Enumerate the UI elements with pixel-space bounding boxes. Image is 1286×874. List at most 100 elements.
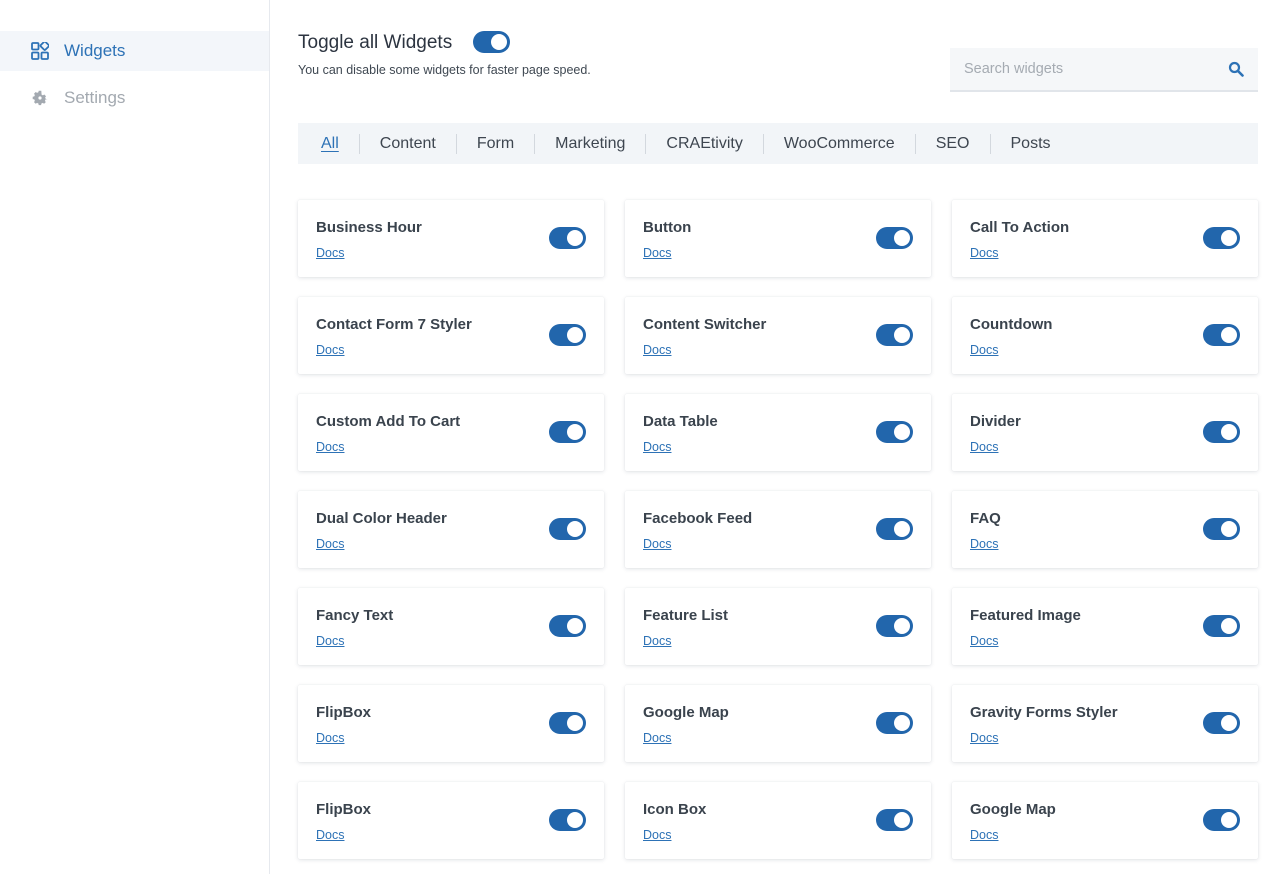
widget-card: Google Map Docs: [625, 685, 931, 762]
widget-docs-link[interactable]: Docs: [643, 343, 671, 357]
widget-toggle-switch[interactable]: [1203, 615, 1240, 637]
widget-docs-link[interactable]: Docs: [643, 828, 671, 842]
widget-name: FAQ: [970, 510, 1001, 527]
toggle-knob: [1221, 521, 1237, 537]
widget-docs-link[interactable]: Docs: [316, 634, 344, 648]
widget-toggle-switch[interactable]: [1203, 712, 1240, 734]
widget-name: Gravity Forms Styler: [970, 704, 1118, 721]
widget-docs-link[interactable]: Docs: [643, 537, 671, 551]
widget-toggle-switch[interactable]: [549, 518, 586, 540]
widget-docs-link[interactable]: Docs: [970, 343, 998, 357]
toggle-knob: [894, 812, 910, 828]
widgets-grid: Business Hour Docs Button Docs Call To Actio…: [298, 200, 1259, 859]
toggle-knob: [567, 424, 583, 440]
widget-docs-link[interactable]: Docs: [643, 440, 671, 454]
widget-docs-link[interactable]: Docs: [316, 731, 344, 745]
tab-craetivity[interactable]: CRAEtivity: [666, 135, 742, 153]
tab-separator: [914, 133, 916, 154]
widget-name: Content Switcher: [643, 316, 767, 333]
widget-card: Button Docs: [625, 200, 931, 277]
widget-name: Contact Form 7 Styler: [316, 316, 472, 333]
widget-toggle-switch[interactable]: [876, 518, 913, 540]
widget-card: FlipBox Docs: [298, 685, 604, 762]
widget-toggle-switch[interactable]: [876, 421, 913, 443]
tab-form[interactable]: Form: [477, 135, 514, 153]
widget-toggle-switch[interactable]: [1203, 518, 1240, 540]
sidebar-item-settings[interactable]: Settings: [0, 78, 269, 118]
widget-docs-link[interactable]: Docs: [316, 246, 344, 260]
sidebar-item-widgets[interactable]: Widgets: [0, 31, 269, 71]
widget-card: FlipBox Docs: [298, 782, 604, 859]
widget-name: Data Table: [643, 413, 718, 430]
tab-content[interactable]: Content: [380, 135, 436, 153]
widget-card: FAQ Docs: [952, 491, 1258, 568]
widget-docs-link[interactable]: Docs: [970, 246, 998, 260]
gear-icon: [31, 89, 49, 107]
widget-name: Google Map: [970, 801, 1056, 818]
widget-docs-link[interactable]: Docs: [316, 343, 344, 357]
widget-toggle-switch[interactable]: [1203, 421, 1240, 443]
toggle-knob: [1221, 230, 1237, 246]
tab-separator: [455, 133, 457, 154]
widget-toggle-switch[interactable]: [876, 712, 913, 734]
toggle-knob: [567, 812, 583, 828]
widget-toggle-switch[interactable]: [1203, 809, 1240, 831]
search-icon[interactable]: [1214, 48, 1258, 90]
toggle-knob: [894, 327, 910, 343]
widget-name: FlipBox: [316, 704, 371, 721]
widget-docs-link[interactable]: Docs: [316, 828, 344, 842]
tab-seo[interactable]: SEO: [936, 135, 970, 153]
widget-toggle-switch[interactable]: [549, 712, 586, 734]
sidebar: Widgets Settings: [0, 0, 270, 874]
toggle-knob: [567, 521, 583, 537]
toggle-knob: [567, 618, 583, 634]
widget-card: Feature List Docs: [625, 588, 931, 665]
toggle-switch[interactable]: [473, 31, 510, 53]
widget-docs-link[interactable]: Docs: [643, 246, 671, 260]
widget-docs-link[interactable]: Docs: [316, 537, 344, 551]
tab-separator: [989, 133, 991, 154]
toggle-knob: [1221, 715, 1237, 731]
widget-name: Featured Image: [970, 607, 1081, 624]
widget-docs-link[interactable]: Docs: [970, 537, 998, 551]
widget-docs-link[interactable]: Docs: [643, 634, 671, 648]
widget-toggle-switch[interactable]: [876, 324, 913, 346]
widget-docs-link[interactable]: Docs: [316, 440, 344, 454]
widget-docs-link[interactable]: Docs: [970, 440, 998, 454]
tab-separator: [762, 133, 764, 154]
widget-toggle-switch[interactable]: [549, 809, 586, 831]
widget-toggle-switch[interactable]: [549, 421, 586, 443]
widget-card: Fancy Text Docs: [298, 588, 604, 665]
sidebar-item-label: Widgets: [64, 41, 126, 60]
widget-toggle-switch[interactable]: [876, 809, 913, 831]
widget-toggle-switch[interactable]: [549, 324, 586, 346]
widget-docs-link[interactable]: Docs: [643, 731, 671, 745]
search-input[interactable]: [950, 48, 1214, 90]
tab-all[interactable]: All: [321, 135, 339, 153]
widget-toggle-switch[interactable]: [876, 615, 913, 637]
widget-toggle-switch[interactable]: [1203, 227, 1240, 249]
tab-marketing[interactable]: Marketing: [555, 135, 625, 153]
widget-name: Feature List: [643, 607, 729, 624]
toggle-knob: [894, 715, 910, 731]
tab-posts[interactable]: Posts: [1011, 135, 1051, 153]
toggle-all-widgets-switch[interactable]: [473, 31, 510, 58]
toggle-knob: [1221, 327, 1237, 343]
widget-name: Dual Color Header: [316, 510, 447, 527]
widget-toggle-switch[interactable]: [549, 227, 586, 249]
widget-card: Google Map Docs: [952, 782, 1258, 859]
widget-docs-link[interactable]: Docs: [970, 828, 998, 842]
widget-name: Button: [643, 219, 692, 236]
widget-name: Divider: [970, 413, 1021, 430]
tab-separator: [534, 133, 536, 154]
widget-card: Divider Docs: [952, 394, 1258, 471]
widget-card: Countdown Docs: [952, 297, 1258, 374]
widget-name: Fancy Text: [316, 607, 394, 624]
widget-docs-link[interactable]: Docs: [970, 634, 998, 648]
toggle-knob: [1221, 424, 1237, 440]
widget-docs-link[interactable]: Docs: [970, 731, 998, 745]
tab-woocommerce[interactable]: WooCommerce: [784, 135, 895, 153]
widget-toggle-switch[interactable]: [549, 615, 586, 637]
widget-toggle-switch[interactable]: [876, 227, 913, 249]
widget-toggle-switch[interactable]: [1203, 324, 1240, 346]
